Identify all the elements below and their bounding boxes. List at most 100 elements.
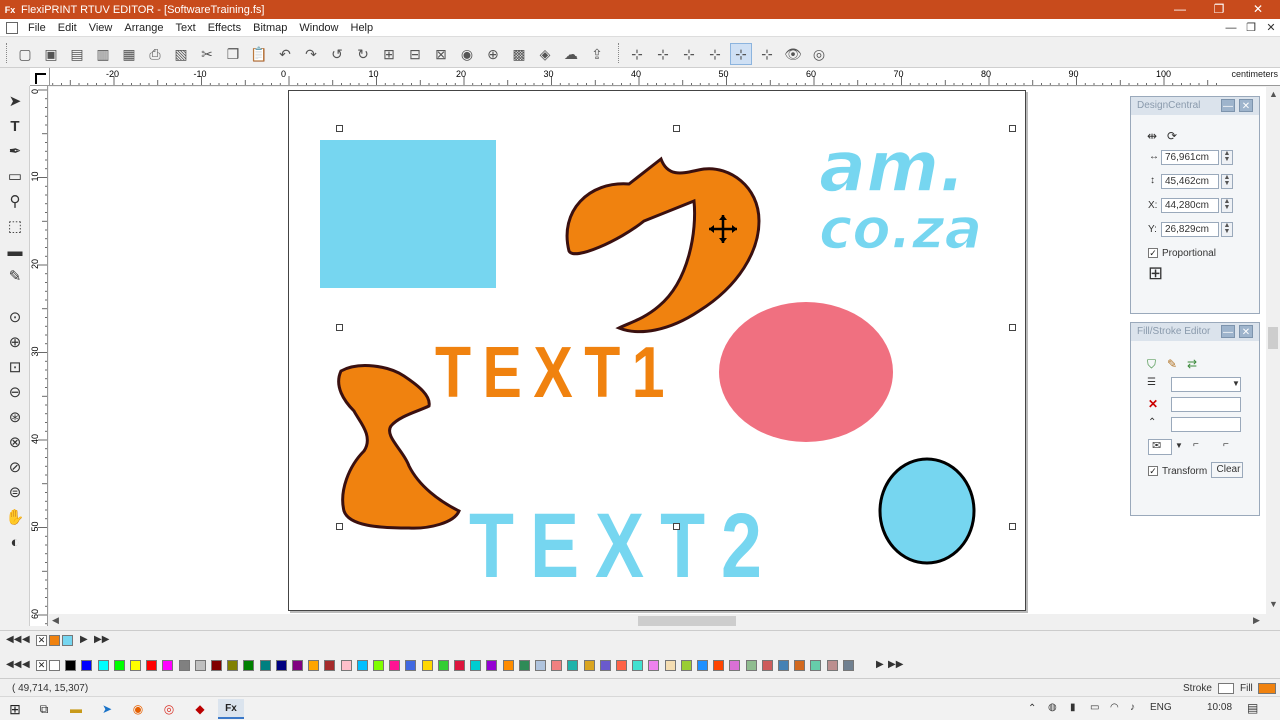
palette-swatch[interactable] [421,660,433,671]
new-file-icon[interactable]: ▢ [14,43,36,65]
align-middle-icon[interactable]: ⊹ [652,43,674,65]
firefox-icon[interactable]: ◉ [125,699,151,719]
stroke-color-swatch[interactable] [1218,683,1234,694]
scroll-up-icon[interactable]: ▲ [1269,89,1278,99]
fill-color-swatch[interactable] [1258,683,1276,694]
palette-swatch[interactable] [778,660,789,671]
palette-swatch[interactable] [632,660,644,671]
zoom-actual-icon[interactable]: ⊜ [4,481,26,503]
menu-effects[interactable]: Effects [202,19,247,37]
palette-swatch[interactable] [65,660,77,671]
palette-swatch[interactable] [761,660,773,671]
align-right-icon[interactable]: ⊹ [756,43,778,65]
next-page-icon[interactable]: ▶ [80,634,88,645]
palette-last-icon[interactable]: ▶▶ [888,659,903,670]
palette-swatch[interactable] [162,660,174,671]
palette-swatch[interactable] [729,660,741,671]
zoom-page-icon[interactable]: ⊘ [4,456,26,478]
tray-chevron-icon[interactable]: ⌃ [1028,703,1036,714]
palette-swatch[interactable] [502,660,514,671]
chevron-down-icon[interactable]: ▼ [1232,379,1240,388]
cloud-icon[interactable]: ☁ [560,43,582,65]
palette-swatch[interactable] [324,660,336,671]
selection-handle[interactable] [336,125,343,132]
align-bottom-icon[interactable]: ⊹ [678,43,700,65]
document-icon[interactable] [6,21,18,34]
selection-handle[interactable] [1009,125,1016,132]
pen-tool-icon[interactable]: ✒ [4,140,26,162]
palette-first-icon[interactable]: ◀◀ [6,659,21,670]
vertical-scroll-thumb[interactable] [1268,327,1278,349]
save-icon[interactable]: ▤ [66,43,88,65]
y-spinner[interactable]: ▲ ▼ [1221,222,1233,237]
panel-minimize-button[interactable]: — [1221,99,1235,112]
width-field[interactable]: 76,961cm [1161,150,1219,165]
menu-view[interactable]: View [83,19,119,37]
rgb-icon[interactable]: ◈ [534,43,556,65]
scroll-left-icon[interactable]: ◀ [52,615,59,626]
language-indicator[interactable]: ENG [1150,702,1172,713]
no-color-swatch[interactable]: ✕ [36,635,47,646]
selection-handle[interactable] [1009,324,1016,331]
color-grid-icon[interactable]: ▩ [508,43,530,65]
palette-swatch[interactable] [664,660,676,671]
x-position-field[interactable]: 44,280cm [1161,198,1219,213]
palette-swatch[interactable] [454,660,465,671]
stroke-width-field[interactable] [1171,397,1241,412]
palette-swatch[interactable] [535,660,546,671]
fill-type-select[interactable] [1171,377,1241,392]
close-button[interactable]: ✕ [1238,0,1278,19]
width-spinner[interactable]: ▲ ▼ [1221,150,1233,165]
minimize-button[interactable]: — [1160,0,1200,19]
palette-swatch[interactable] [194,660,206,671]
palette-swatch[interactable] [567,660,579,671]
horizontal-scroll-thumb[interactable] [638,616,736,626]
miter-field[interactable] [1171,417,1241,432]
zoom-in-icon[interactable]: ⊕ [4,331,26,353]
import-icon[interactable]: ▥ [92,43,114,65]
fill-tool-icon[interactable]: ◐ [4,531,26,553]
wireframe-icon[interactable]: ◎ [808,43,830,65]
palette-swatch[interactable] [97,660,109,671]
prev-page-icon[interactable]: ◀ [22,634,30,645]
text1-object[interactable]: TEXT1 [435,331,676,412]
crop-tool-icon[interactable]: ⬚ [4,215,26,237]
no-color-swatch[interactable]: ✕ [36,660,47,671]
palette-swatch[interactable] [745,660,757,671]
palette-swatch[interactable] [551,660,563,671]
cut-mode-icon[interactable]: ▧ [170,43,192,65]
toolbar-grip[interactable] [618,43,621,63]
palette-swatch[interactable] [583,660,595,671]
selection-handle[interactable] [1009,523,1016,530]
menu-window[interactable]: Window [293,19,344,37]
proportional-checkbox[interactable]: ✓ [1148,248,1158,258]
logo-text-line2[interactable]: co.za [818,196,983,263]
doc-close-button[interactable]: ✕ [1262,19,1280,37]
scroll-down-icon[interactable]: ▼ [1269,599,1278,609]
print-icon[interactable]: ⎙ [144,43,166,65]
palette-swatch[interactable] [130,660,141,671]
palette-swatch[interactable] [49,660,60,671]
text-tool-icon[interactable]: T [4,115,26,137]
menu-help[interactable]: Help [345,19,380,37]
battery-icon[interactable]: ▮ [1070,702,1076,713]
palette-swatch[interactable] [340,660,352,671]
telegram-icon[interactable]: ➤ [94,699,120,719]
palette-swatch[interactable] [275,660,287,671]
selection-handle[interactable] [673,125,680,132]
start-icon[interactable]: ⊞ [2,699,28,719]
eyedropper-tool-icon[interactable]: ✎ [4,265,26,287]
app-red-icon[interactable]: ◆ [187,699,213,719]
vertical-scrollbar[interactable]: ▲ ▼ [1266,87,1280,614]
first-page-icon[interactable]: ◀◀ [6,634,21,645]
align-center-icon[interactable]: ⊹ [730,43,752,65]
palette-swatch[interactable] [437,660,449,671]
height-spinner[interactable]: ▲ ▼ [1221,174,1233,189]
cloud-upload-icon[interactable]: ⇪ [586,43,608,65]
palette-swatch[interactable] [308,660,320,671]
palette-swatch[interactable] [356,660,368,671]
palette-swatch[interactable] [826,660,838,671]
fill-bucket-icon[interactable]: ⛉ [1147,357,1156,372]
artwork-canvas[interactable]: TEXT1 TEXT2 am. co.za [289,91,1027,612]
palette-prev-icon[interactable]: ◀ [22,659,30,670]
